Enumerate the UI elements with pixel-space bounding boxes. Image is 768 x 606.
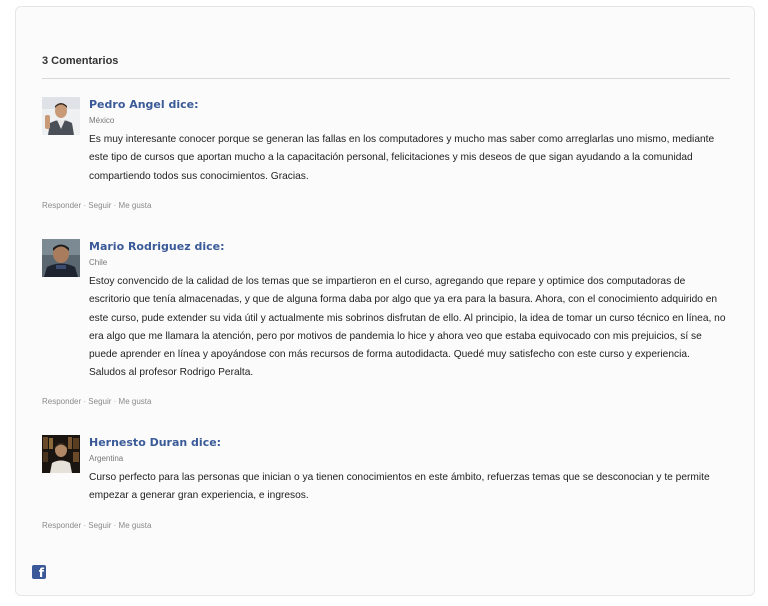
like-link[interactable]: Me gusta	[119, 201, 152, 210]
avatar-photo	[42, 239, 80, 277]
avatar-photo	[42, 435, 80, 473]
reply-link[interactable]: Responder	[42, 397, 81, 406]
comment-author[interactable]: Mario Rodriguez dice:	[89, 240, 729, 254]
comment-actions: Responder · Seguir · Me gusta	[42, 201, 151, 210]
comment-actions: Responder · Seguir · Me gusta	[42, 521, 151, 530]
comments-count-title: 3 Comentarios	[42, 55, 119, 67]
comment-text: Es muy interesante conocer porque se gen…	[89, 134, 715, 182]
separator: ·	[83, 521, 87, 530]
separator: ·	[83, 397, 87, 406]
divider	[42, 78, 730, 79]
comment-text: Estoy convencido de la calidad de los te…	[89, 276, 726, 379]
separator: ·	[113, 201, 117, 210]
separator: ·	[83, 201, 87, 210]
comment-location: México	[89, 116, 115, 125]
separator: ·	[113, 521, 117, 530]
comment-author[interactable]: Hernesto Duran dice:	[89, 436, 729, 450]
avatar-photo	[42, 97, 80, 135]
reply-link[interactable]: Responder	[42, 201, 81, 210]
follow-link[interactable]: Seguir	[88, 397, 111, 406]
avatar[interactable]	[42, 435, 80, 473]
comment-text: Curso perfecto para las personas que ini…	[89, 472, 710, 502]
comment-location: Argentina	[89, 454, 124, 463]
like-link[interactable]: Me gusta	[119, 521, 152, 530]
separator: ·	[113, 397, 117, 406]
like-link[interactable]: Me gusta	[119, 397, 152, 406]
avatar[interactable]	[42, 97, 80, 135]
avatar[interactable]	[42, 239, 80, 277]
follow-link[interactable]: Seguir	[88, 201, 111, 210]
comment-location: Chile	[89, 258, 108, 267]
facebook-icon[interactable]: f	[32, 565, 46, 579]
comment-actions: Responder · Seguir · Me gusta	[42, 397, 151, 406]
comment-author[interactable]: Pedro Angel dice:	[89, 98, 729, 112]
comments-panel: 3 Comentarios Pedro Angel dice: México E…	[15, 6, 755, 596]
follow-link[interactable]: Seguir	[88, 521, 111, 530]
reply-link[interactable]: Responder	[42, 521, 81, 530]
